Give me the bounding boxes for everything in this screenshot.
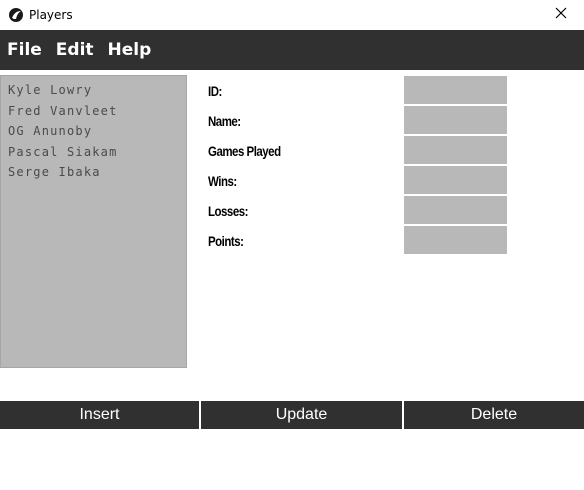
losses-label: Losses:	[208, 203, 248, 219]
raptor-claw-icon	[8, 7, 24, 23]
wins-field[interactable]	[404, 166, 507, 194]
list-item[interactable]: Serge Ibaka	[1, 162, 186, 183]
games-played-field[interactable]	[404, 136, 507, 164]
player-list[interactable]: Kyle Lowry Fred Vanvleet OG Anunoby Pasc…	[0, 75, 187, 368]
name-field[interactable]	[404, 106, 507, 134]
menu-file[interactable]: File	[7, 40, 42, 60]
wins-label: Wins:	[208, 173, 237, 189]
losses-field[interactable]	[404, 196, 507, 224]
list-item[interactable]: Fred Vanvleet	[1, 101, 186, 122]
id-field[interactable]	[404, 76, 507, 104]
games-played-label: Games Played	[208, 143, 281, 159]
delete-button[interactable]: Delete	[404, 401, 584, 429]
menu-help[interactable]: Help	[108, 40, 152, 60]
insert-button[interactable]: Insert	[0, 401, 199, 429]
list-item[interactable]: Kyle Lowry	[1, 80, 186, 101]
points-field[interactable]	[404, 226, 507, 254]
close-icon	[555, 6, 567, 24]
action-bar: Insert Update Delete	[0, 401, 584, 429]
close-button[interactable]	[538, 0, 584, 30]
update-button[interactable]: Update	[201, 401, 402, 429]
menu-bar: File Edit Help	[0, 30, 584, 70]
points-label: Points:	[208, 233, 244, 249]
name-label: Name:	[208, 113, 241, 129]
menu-edit[interactable]: Edit	[56, 40, 94, 60]
id-label: ID:	[208, 83, 222, 99]
list-item[interactable]: OG Anunoby	[1, 121, 186, 142]
title-bar: Players	[0, 0, 584, 30]
list-item[interactable]: Pascal Siakam	[1, 142, 186, 163]
window-title: Players	[29, 8, 73, 22]
